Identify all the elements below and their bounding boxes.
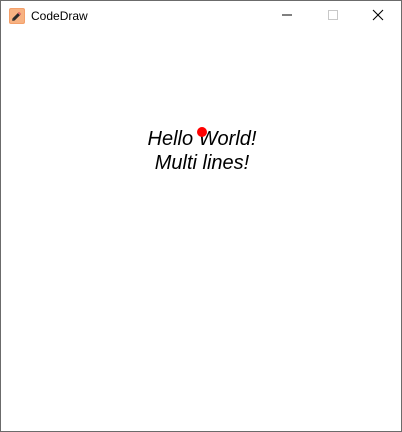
pencil-app-icon [9, 8, 25, 24]
maximize-button[interactable] [310, 1, 356, 32]
maximize-icon [327, 8, 339, 26]
title-bar[interactable]: CodeDraw [1, 1, 401, 32]
minimize-button[interactable] [264, 1, 310, 32]
close-icon [372, 8, 384, 26]
minimize-icon [281, 8, 293, 26]
drawing-canvas[interactable]: Hello World! Multi lines! [1, 32, 401, 431]
anchor-point-dot [197, 127, 207, 137]
window-title: CodeDraw [31, 9, 88, 23]
text-line-2: Multi lines! [154, 152, 250, 174]
app-window: CodeDraw Hello World! Multi lines! [0, 0, 402, 432]
close-button[interactable] [355, 1, 401, 32]
